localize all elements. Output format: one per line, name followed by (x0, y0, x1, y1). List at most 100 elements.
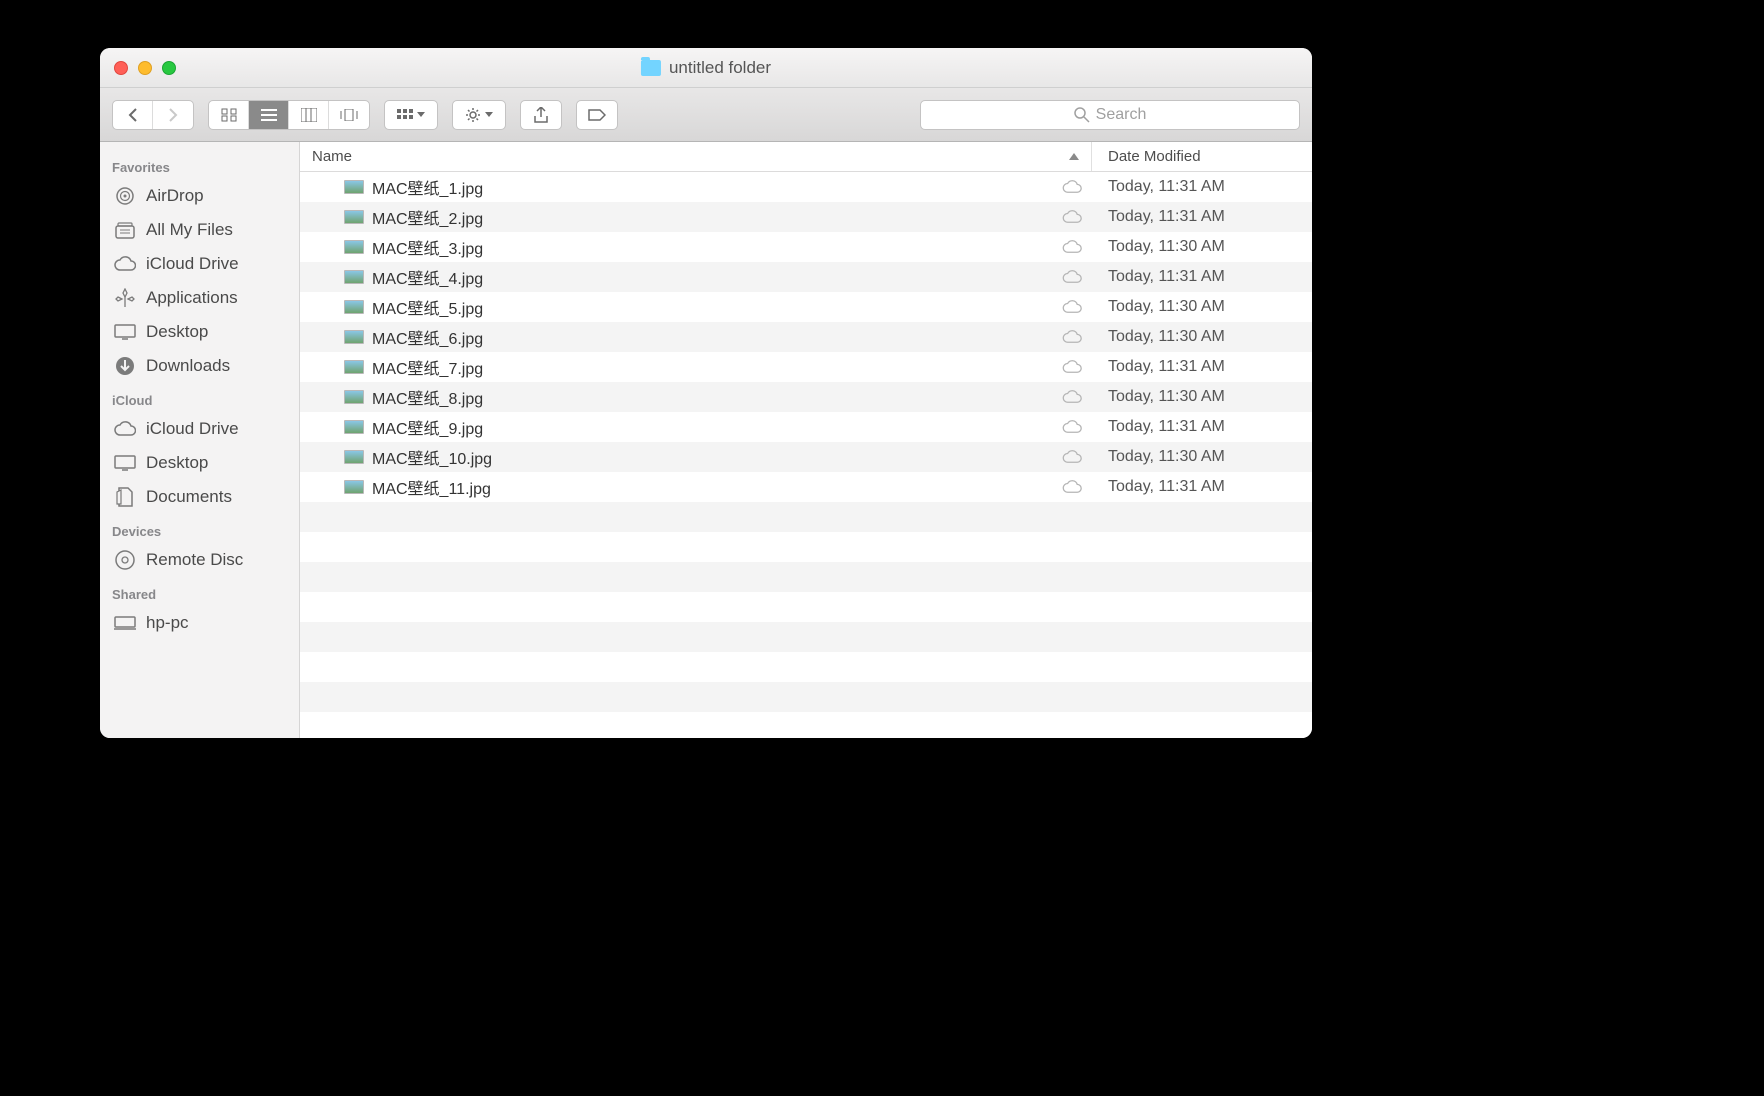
sidebar-item-label: Remote Disc (146, 550, 243, 570)
sidebar-item-icloud-drive[interactable]: iCloud Drive (100, 412, 299, 446)
file-row[interactable]: MAC壁纸_5.jpg Today, 11:30 AM (300, 292, 1312, 322)
file-name-text: MAC壁纸_6.jpg (372, 325, 483, 349)
sidebar: FavoritesAirDropAll My FilesiCloud Drive… (100, 142, 300, 738)
back-button[interactable] (113, 101, 153, 129)
file-name-text: MAC壁纸_3.jpg (372, 235, 483, 259)
chevron-down-icon (417, 112, 425, 117)
cloud-status-icon (1052, 180, 1092, 194)
file-date-cell: Today, 11:30 AM (1092, 298, 1312, 316)
minimize-button[interactable] (138, 61, 152, 75)
window-title-text: untitled folder (669, 58, 771, 78)
apps-icon (114, 288, 136, 308)
search-field[interactable]: Search (920, 100, 1300, 130)
file-name-cell: MAC壁纸_8.jpg (300, 385, 1052, 409)
downloads-icon (114, 356, 136, 376)
sidebar-item-icloud-drive[interactable]: iCloud Drive (100, 247, 299, 281)
sidebar-item-label: All My Files (146, 220, 233, 240)
nav-buttons (112, 100, 194, 130)
forward-button[interactable] (153, 101, 193, 129)
sidebar-item-applications[interactable]: Applications (100, 281, 299, 315)
image-thumbnail-icon (344, 390, 364, 404)
desktop-icon (114, 322, 136, 342)
search-icon (1074, 107, 1090, 123)
image-thumbnail-icon (344, 450, 364, 464)
file-name-cell: MAC壁纸_5.jpg (300, 295, 1052, 319)
file-row[interactable]: MAC壁纸_10.jpgToday, 11:30 AM (300, 442, 1312, 472)
chevron-down-icon (485, 112, 493, 117)
close-button[interactable] (114, 61, 128, 75)
image-thumbnail-icon (344, 240, 364, 254)
file-row[interactable]: MAC壁纸_6.jpg Today, 11:30 AM (300, 322, 1312, 352)
file-name-text: MAC壁纸_8.jpg (372, 385, 483, 409)
image-thumbnail-icon (344, 300, 364, 314)
sidebar-item-desktop[interactable]: Desktop (100, 315, 299, 349)
allfiles-icon (114, 220, 136, 240)
file-name-text: MAC壁纸_10.jpg (372, 445, 492, 469)
file-row[interactable]: MAC壁纸_3.jpgToday, 11:30 AM (300, 232, 1312, 262)
tags-button[interactable] (576, 100, 618, 130)
folder-icon (641, 60, 661, 76)
image-thumbnail-icon (344, 360, 364, 374)
empty-row (300, 532, 1312, 562)
sidebar-item-downloads[interactable]: Downloads (100, 349, 299, 383)
share-button[interactable] (520, 100, 562, 130)
sidebar-item-remote-disc[interactable]: Remote Disc (100, 543, 299, 577)
file-date-cell: Today, 11:30 AM (1092, 328, 1312, 346)
file-name-cell: MAC壁纸_10.jpg (300, 445, 1052, 469)
action-button[interactable] (452, 100, 506, 130)
view-coverflow-button[interactable] (329, 101, 369, 129)
sidebar-item-airdrop[interactable]: AirDrop (100, 179, 299, 213)
titlebar: untitled folder (100, 48, 1312, 88)
disc-icon (114, 550, 136, 570)
tag-icon (588, 109, 606, 121)
image-thumbnail-icon (344, 180, 364, 194)
finder-window: untitled folder (100, 48, 1312, 738)
file-name-text: MAC壁纸_4.jpg (372, 265, 483, 289)
image-thumbnail-icon (344, 330, 364, 344)
search-placeholder: Search (1096, 106, 1147, 124)
maximize-button[interactable] (162, 61, 176, 75)
view-list-button[interactable] (249, 101, 289, 129)
file-name-text: MAC壁纸_1.jpg (372, 175, 483, 199)
content: Name Date Modified MAC壁纸_1.jpgToday, 11:… (300, 142, 1312, 738)
file-row[interactable]: MAC壁纸_11.jpgToday, 11:31 AM (300, 472, 1312, 502)
cloud-icon (114, 419, 136, 439)
arrange-button[interactable] (384, 100, 438, 130)
file-name-cell: MAC壁纸_6.jpg (300, 325, 1052, 349)
file-name-cell: MAC壁纸_9.jpg (300, 415, 1052, 439)
empty-row (300, 562, 1312, 592)
sidebar-item-label: Documents (146, 487, 232, 507)
file-row[interactable]: MAC壁纸_8.jpgToday, 11:30 AM (300, 382, 1312, 412)
view-icon-button[interactable] (209, 101, 249, 129)
gear-icon (465, 107, 481, 123)
file-row[interactable]: MAC壁纸_2.jpgToday, 11:31 AM (300, 202, 1312, 232)
view-column-button[interactable] (289, 101, 329, 129)
window-title: untitled folder (641, 58, 771, 78)
file-name-text: MAC壁纸_2.jpg (372, 205, 483, 229)
sidebar-item-label: iCloud Drive (146, 419, 239, 439)
file-row[interactable]: MAC壁纸_1.jpgToday, 11:31 AM (300, 172, 1312, 202)
column-date-header[interactable]: Date Modified (1092, 148, 1312, 165)
sidebar-item-all-my-files[interactable]: All My Files (100, 213, 299, 247)
file-row[interactable]: MAC壁纸_4.jpgToday, 11:31 AM (300, 262, 1312, 292)
image-thumbnail-icon (344, 480, 364, 494)
sidebar-item-label: Desktop (146, 453, 208, 473)
file-name-cell: MAC壁纸_2.jpg (300, 205, 1052, 229)
file-name-cell: MAC壁纸_3.jpg (300, 235, 1052, 259)
sidebar-item-hp-pc[interactable]: hp-pc (100, 606, 299, 640)
cloud-status-icon (1052, 480, 1092, 494)
cloud-status-icon (1052, 450, 1092, 464)
empty-row (300, 682, 1312, 712)
sidebar-item-label: AirDrop (146, 186, 204, 206)
cloud-status-icon (1052, 420, 1092, 434)
cloud-icon (114, 254, 136, 274)
file-row[interactable]: MAC壁纸_9.jpgToday, 11:31 AM (300, 412, 1312, 442)
sidebar-item-documents[interactable]: Documents (100, 480, 299, 514)
empty-row (300, 652, 1312, 682)
sidebar-item-label: hp-pc (146, 613, 189, 633)
column-name-header[interactable]: Name (300, 148, 1091, 165)
cloud-status-icon (1052, 390, 1092, 404)
sidebar-item-desktop[interactable]: Desktop (100, 446, 299, 480)
empty-row (300, 502, 1312, 532)
file-row[interactable]: MAC壁纸_7.jpgToday, 11:31 AM (300, 352, 1312, 382)
